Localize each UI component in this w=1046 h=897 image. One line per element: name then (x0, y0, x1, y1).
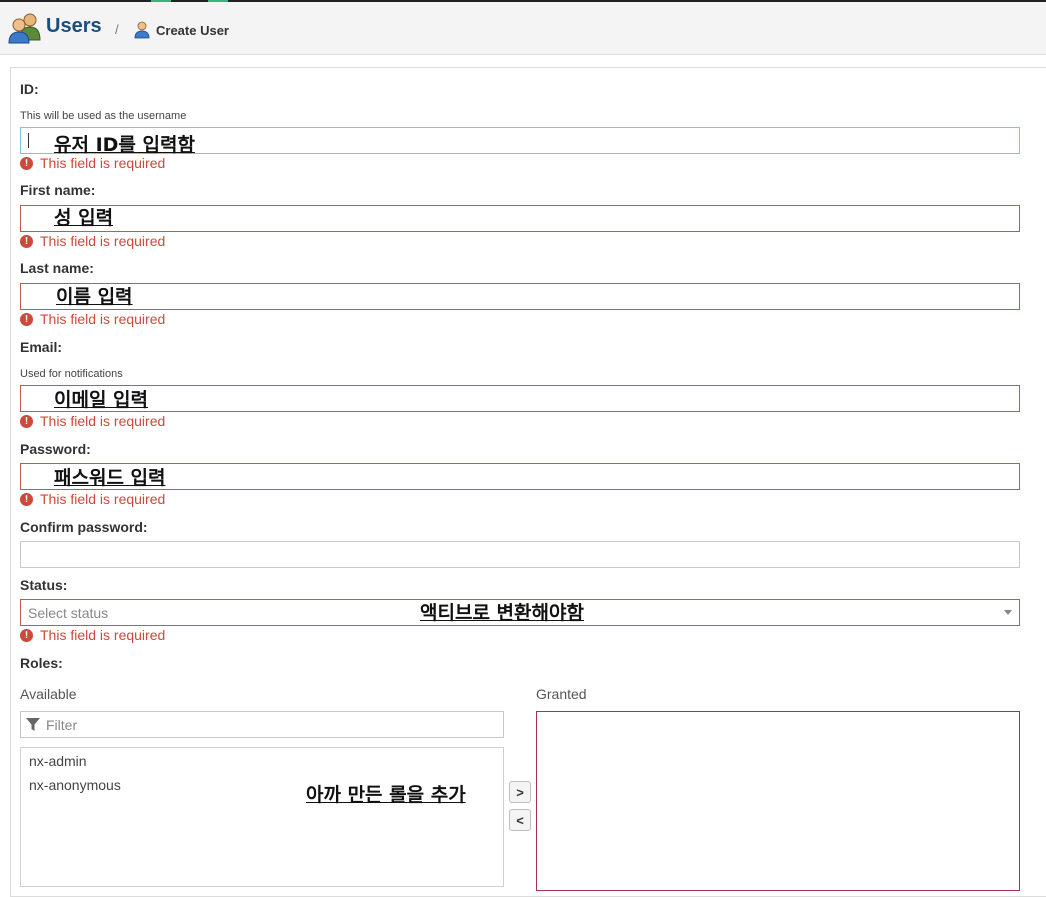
page-title[interactable]: Users (46, 15, 102, 38)
status-placeholder: Select status (28, 605, 109, 621)
list-item[interactable]: nx-admin (29, 753, 87, 769)
id-error-text: This field is required (40, 155, 166, 171)
id-help-text: This will be used as the username (20, 110, 187, 122)
confirm-password-input[interactable] (20, 541, 1020, 568)
error-icon: ! (20, 156, 33, 170)
annotation-status: 액티브로 변환해야함 (420, 602, 584, 624)
granted-roles-list[interactable] (536, 711, 1020, 891)
error-icon: ! (20, 492, 33, 506)
last-name-label: Last name: (20, 260, 94, 276)
breadcrumb-separator: / (115, 22, 119, 37)
first-name-label: First name: (20, 182, 96, 198)
annotation-id: 유저 ID를 입력함 (54, 134, 195, 156)
annotation-first-name: 성 입력 (54, 207, 114, 229)
roles-filter-input[interactable]: Filter (20, 711, 504, 738)
password-error: ! This field is required (20, 491, 165, 507)
roles-label: Roles: (20, 655, 63, 671)
first-name-error: ! This field is required (20, 233, 165, 249)
chevron-down-icon[interactable] (1004, 610, 1012, 615)
last-name-error-text: This field is required (40, 311, 166, 327)
filter-placeholder: Filter (46, 717, 78, 733)
last-name-error: ! This field is required (20, 311, 165, 327)
last-name-input[interactable] (20, 283, 1020, 310)
email-error-text: This field is required (40, 413, 166, 429)
confirm-password-label: Confirm password: (20, 519, 148, 535)
error-icon: ! (20, 234, 33, 248)
available-roles-list[interactable]: nx-admin nx-anonymous (20, 747, 504, 887)
remove-role-button[interactable]: < (509, 809, 531, 831)
granted-label: Granted (536, 686, 587, 702)
email-label: Email: (20, 339, 63, 355)
breadcrumb-create-user: Create User (156, 23, 229, 38)
add-role-button[interactable]: > (509, 781, 531, 803)
user-icon (134, 21, 150, 39)
available-label: Available (20, 686, 77, 702)
error-icon: ! (20, 312, 33, 326)
filter-icon (26, 718, 40, 731)
first-name-input[interactable] (20, 205, 1020, 232)
error-icon: ! (20, 628, 33, 642)
text-caret (28, 133, 29, 148)
status-error-text: This field is required (40, 627, 166, 643)
email-input[interactable] (20, 385, 1020, 412)
error-icon: ! (20, 414, 33, 428)
email-help-text: Used for notifications (20, 368, 123, 380)
list-item[interactable]: nx-anonymous (29, 777, 121, 793)
annotation-roles: 아까 만든 롤을 추가 (306, 784, 466, 806)
annotation-password: 패스워드 입력 (54, 467, 166, 489)
annotation-email: 이메일 입력 (54, 389, 149, 411)
password-error-text: This field is required (40, 491, 166, 507)
id-label: ID: (20, 81, 39, 97)
password-input[interactable] (20, 463, 1020, 490)
status-error: ! This field is required (20, 627, 165, 643)
annotation-last-name: 이름 입력 (56, 286, 133, 308)
password-label: Password: (20, 441, 91, 457)
first-name-error-text: This field is required (40, 233, 166, 249)
email-error: ! This field is required (20, 413, 165, 429)
users-icon (8, 13, 41, 44)
id-error: ! This field is required (20, 155, 165, 171)
status-label: Status: (20, 577, 68, 593)
page-header: Users / Create User (0, 2, 1046, 55)
